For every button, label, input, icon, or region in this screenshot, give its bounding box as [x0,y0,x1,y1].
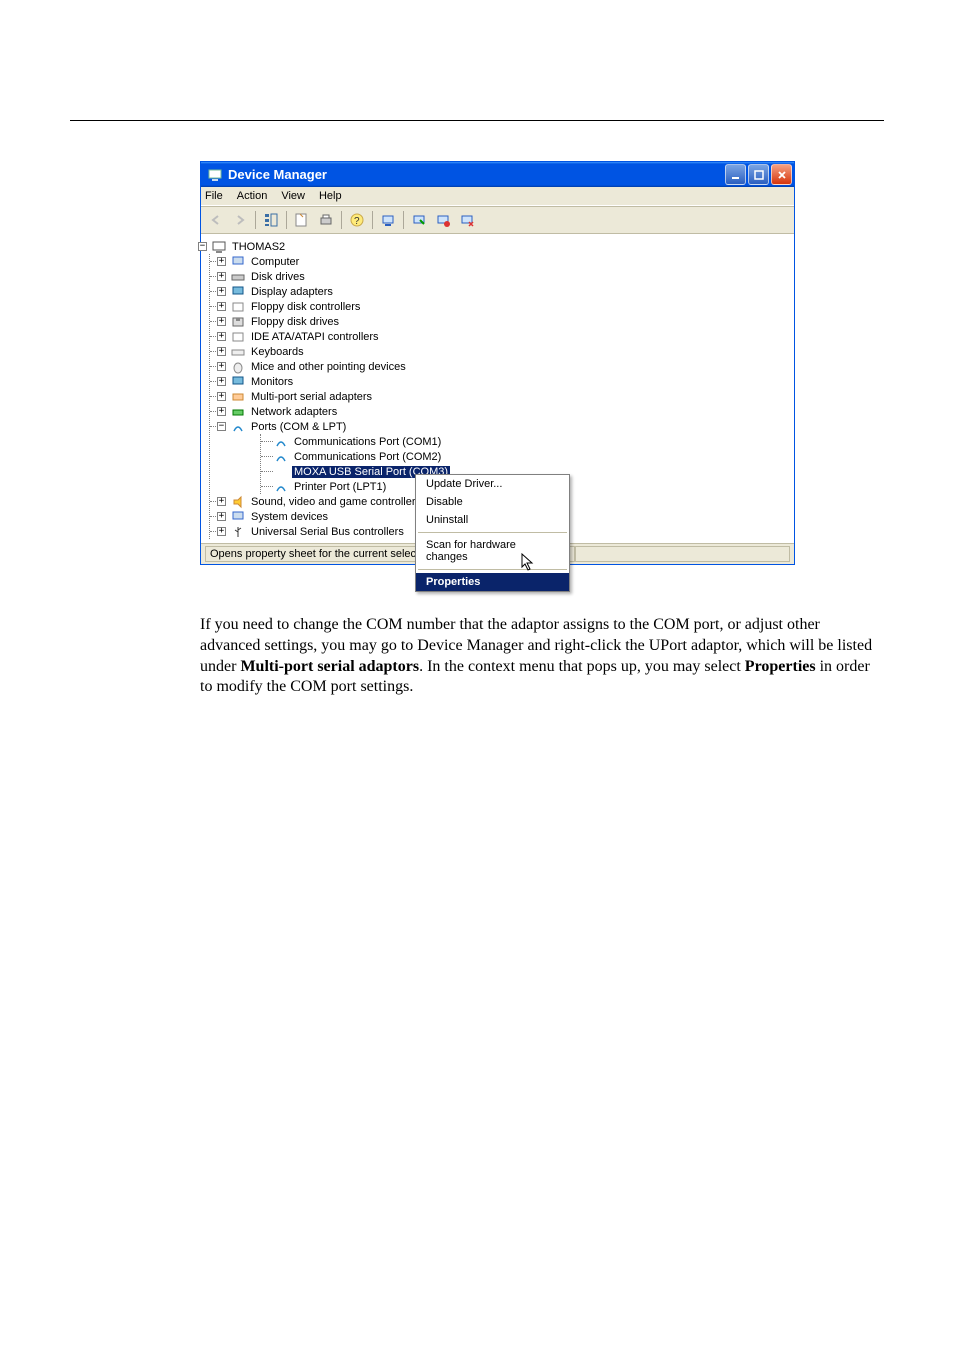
print-icon[interactable] [315,209,337,231]
context-menu: Update Driver... Disable Uninstall Scan … [415,474,570,592]
network-icon [230,404,246,420]
computer-root-icon [211,239,227,255]
screenshot: Device Manager File Action View Help [200,161,884,565]
back-button[interactable] [205,209,227,231]
cm-scan[interactable]: Scan for hardware changes [416,536,569,566]
tree-item-label[interactable]: Universal Serial Bus controllers [249,526,406,538]
expand-icon[interactable]: + [217,377,226,386]
tree-item-label[interactable]: Sound, video and game controllers [249,496,423,508]
floppy-drive-icon [230,314,246,330]
multiport-icon [230,389,246,405]
disable-icon[interactable] [432,209,454,231]
menu-view[interactable]: View [281,190,305,202]
tree-view-icon[interactable] [260,209,282,231]
tree-item-label[interactable]: Communications Port (COM2) [292,451,443,463]
cm-update-driver[interactable]: Update Driver... [416,475,569,493]
cursor-icon [521,553,537,573]
collapse-icon[interactable]: − [198,242,207,251]
tree-item-label[interactable]: Monitors [249,376,295,388]
expand-icon[interactable]: + [217,497,226,506]
window-title: Device Manager [228,167,725,182]
cm-properties[interactable]: Properties [416,573,569,591]
cm-separator [418,532,567,533]
toolbar: ? [201,206,794,234]
computer-icon [230,254,246,270]
expand-icon[interactable]: + [217,407,226,416]
menu-file[interactable]: File [205,190,223,202]
ports-icon [230,419,246,435]
expand-icon[interactable]: + [217,512,226,521]
properties-icon[interactable] [291,209,313,231]
expand-icon[interactable]: + [217,302,226,311]
expand-icon[interactable]: + [217,317,226,326]
expand-icon[interactable]: + [217,257,226,266]
window: Device Manager File Action View Help [200,161,795,565]
help-icon[interactable]: ? [346,209,368,231]
tree-item-label[interactable]: Disk drives [249,271,307,283]
keyboard-icon [230,344,246,360]
expand-icon[interactable]: + [217,347,226,356]
scan-icon[interactable] [377,209,399,231]
enable-icon[interactable] [408,209,430,231]
tree-item-label[interactable]: IDE ATA/ATAPI controllers [249,331,381,343]
bold-properties: Properties [745,658,816,675]
tree-item-label[interactable]: Multi-port serial adapters [249,391,374,403]
lpt-port-icon [273,479,289,495]
cm-disable[interactable]: Disable [416,493,569,511]
close-button[interactable] [771,164,792,185]
tree-item-label[interactable]: Ports (COM & LPT) [249,421,348,433]
tree-item-label[interactable]: Keyboards [249,346,306,358]
menu-help[interactable]: Help [319,190,342,202]
tree-panel: − THOMAS2 + Computer + Disk drives + Displa… [201,234,794,543]
minimize-button[interactable] [725,164,746,185]
collapse-icon[interactable]: − [217,422,226,431]
forward-button[interactable] [229,209,251,231]
cm-separator [418,569,567,570]
ide-icon [230,329,246,345]
disk-icon [230,269,246,285]
app-icon [207,167,223,183]
tree-root-label[interactable]: THOMAS2 [230,241,287,253]
tree-item-label[interactable]: Display adapters [249,286,335,298]
menubar: File Action View Help [201,187,794,206]
expand-icon[interactable]: + [217,332,226,341]
com-port-icon [273,464,289,480]
cm-uninstall[interactable]: Uninstall [416,511,569,529]
top-rule [70,120,884,121]
tree-item-label[interactable]: System devices [249,511,330,523]
tree-item-label[interactable]: Floppy disk controllers [249,301,362,313]
sound-icon [230,494,246,510]
monitor-icon [230,374,246,390]
tree-item-label[interactable]: Mice and other pointing devices [249,361,408,373]
expand-icon[interactable]: + [217,287,226,296]
tree-item-label[interactable]: Communications Port (COM1) [292,436,443,448]
mouse-icon [230,359,246,375]
com-port-icon [273,449,289,465]
display-icon [230,284,246,300]
bold-multiport: Multi-port serial adaptors [240,658,419,675]
expand-icon[interactable]: + [217,362,226,371]
floppy-controller-icon [230,299,246,315]
body-paragraph: If you need to change the COM number tha… [70,615,884,698]
system-icon [230,509,246,525]
maximize-button[interactable] [748,164,769,185]
para-text: . In the context menu that pops up, you … [419,658,745,675]
tree-item-label[interactable]: Network adapters [249,406,339,418]
titlebar: Device Manager [201,162,794,187]
tree-item-label[interactable]: Printer Port (LPT1) [292,481,388,493]
tree-item-label[interactable]: Floppy disk drives [249,316,341,328]
expand-icon[interactable]: + [217,272,226,281]
uninstall-icon[interactable] [456,209,478,231]
svg-text:?: ? [354,216,360,227]
usb-icon [230,524,246,540]
tree-item-label[interactable]: Computer [249,256,301,268]
menu-action[interactable]: Action [237,190,268,202]
expand-icon[interactable]: + [217,392,226,401]
expand-icon[interactable]: + [217,527,226,536]
com-port-icon [273,434,289,450]
status-spacer [575,546,790,562]
